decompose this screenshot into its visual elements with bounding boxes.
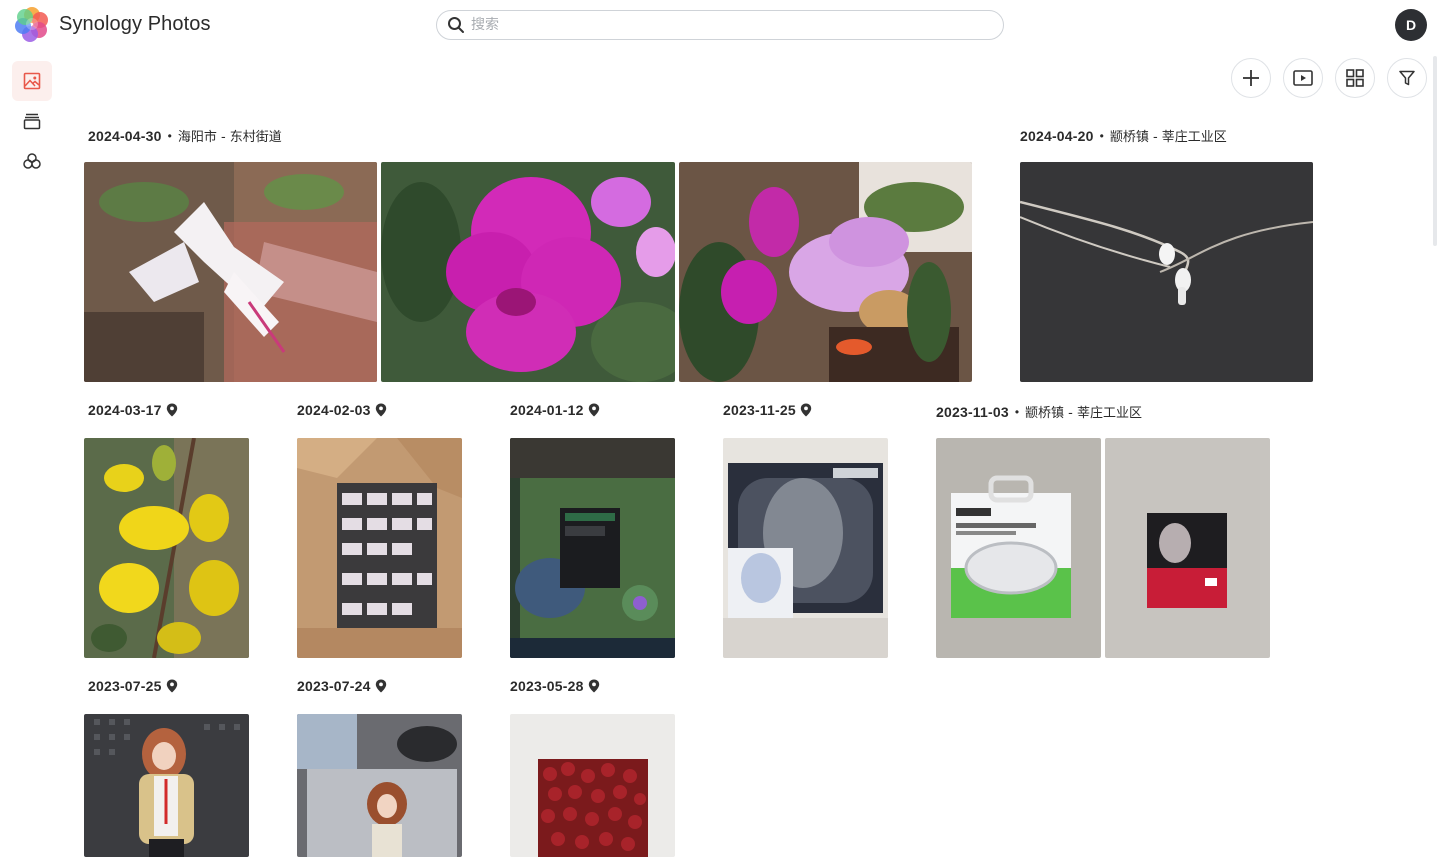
group-location[interactable]: 颛桥镇 - 莘庄工业区 [1025, 402, 1142, 421]
avatar[interactable]: D [1395, 9, 1427, 41]
synology-photos-logo-icon[interactable] [14, 6, 50, 42]
group-header: 2024-02-03 [297, 402, 387, 418]
group-date: 2023-11-25 [723, 402, 796, 418]
group-date: 2024-01-12 [510, 402, 584, 418]
photo-thumbnail-game-screen[interactable] [510, 438, 675, 658]
photo-thumbnail-earphones[interactable] [1020, 162, 1313, 382]
group-date: 2023-07-25 [88, 678, 162, 694]
group-date: 2024-03-17 [88, 402, 162, 418]
photo-thumbnail-white-flower[interactable] [84, 162, 377, 382]
group-header: 2023-11-03 • 颛桥镇 - 莘庄工业区 [936, 402, 1142, 422]
location-pin-icon[interactable] [800, 403, 812, 417]
search-icon [448, 17, 464, 33]
group-date: 2024-04-20 [1020, 127, 1094, 144]
group-header: 2024-04-20 • 颛桥镇 - 莘庄工业区 [1020, 126, 1227, 146]
slideshow-button[interactable] [1283, 58, 1323, 98]
group-date: 2023-07-24 [297, 678, 371, 694]
filter-button[interactable] [1387, 58, 1427, 98]
photo-thumbnail-cherries[interactable] [510, 714, 675, 857]
location-pin-icon[interactable] [375, 403, 387, 417]
photo-thumbnail-usb-cable-box[interactable] [936, 438, 1101, 658]
photo-thumbnail-yellow-flowers[interactable] [84, 438, 249, 658]
sidebar-item-photos[interactable] [12, 61, 52, 101]
group-date: 2024-02-03 [297, 402, 371, 418]
photo-thumbnail-orchid-pot[interactable] [679, 162, 972, 382]
top-bar: Synology Photos D [0, 0, 1439, 50]
group-date: 2023-05-28 [510, 678, 584, 694]
slideshow-icon [1293, 70, 1313, 86]
app-title: Synology Photos [59, 13, 211, 35]
location-pin-icon[interactable] [166, 679, 178, 693]
scrollbar[interactable] [1433, 56, 1437, 246]
photo-thumbnail-figure-box[interactable] [723, 438, 888, 658]
photo-thumbnail-figure-package[interactable] [297, 714, 462, 857]
group-header: 2024-01-12 [510, 402, 600, 418]
location-pin-icon[interactable] [166, 403, 178, 417]
photo-thumbnail-figure-kurisu[interactable] [84, 714, 249, 857]
location-pin-icon[interactable] [588, 679, 600, 693]
grid-view-icon [1346, 69, 1364, 87]
group-header: 2024-03-17 [88, 402, 178, 418]
sidebar-item-albums[interactable] [12, 101, 52, 141]
search-input[interactable] [471, 15, 991, 35]
group-date: 2023-11-03 [936, 403, 1009, 420]
shared-icon [23, 153, 41, 169]
photo-thumbnail-cardboard-box[interactable] [297, 438, 462, 658]
group-header: 2024-04-30 • 海阳市 - 东村街道 [88, 126, 282, 146]
albums-icon [23, 113, 41, 130]
group-location[interactable]: 颛桥镇 - 莘庄工业区 [1110, 126, 1227, 145]
separator-dot: • [1099, 128, 1104, 143]
group-date: 2024-04-30 [88, 127, 162, 144]
group-header: 2023-11-25 [723, 402, 812, 418]
group-location[interactable]: 海阳市 - 东村街道 [178, 126, 282, 145]
filter-icon [1399, 70, 1415, 86]
group-header: 2023-05-28 [510, 678, 600, 694]
separator-dot: • [1014, 404, 1020, 419]
grid-view-button[interactable] [1335, 58, 1375, 98]
photo-thumbnail-magenta-orchid[interactable] [381, 162, 675, 382]
sidebar-item-shared[interactable] [12, 141, 52, 181]
add-button[interactable] [1231, 58, 1271, 98]
group-header: 2023-07-24 [297, 678, 387, 694]
plus-icon [1243, 70, 1259, 86]
location-pin-icon[interactable] [588, 403, 600, 417]
separator-dot: • [167, 128, 172, 143]
group-header: 2023-07-25 [88, 678, 178, 694]
location-pin-icon[interactable] [375, 679, 387, 693]
image-icon [23, 72, 41, 90]
photo-thumbnail-red-box[interactable] [1105, 438, 1270, 658]
search-bar[interactable] [436, 10, 1004, 40]
